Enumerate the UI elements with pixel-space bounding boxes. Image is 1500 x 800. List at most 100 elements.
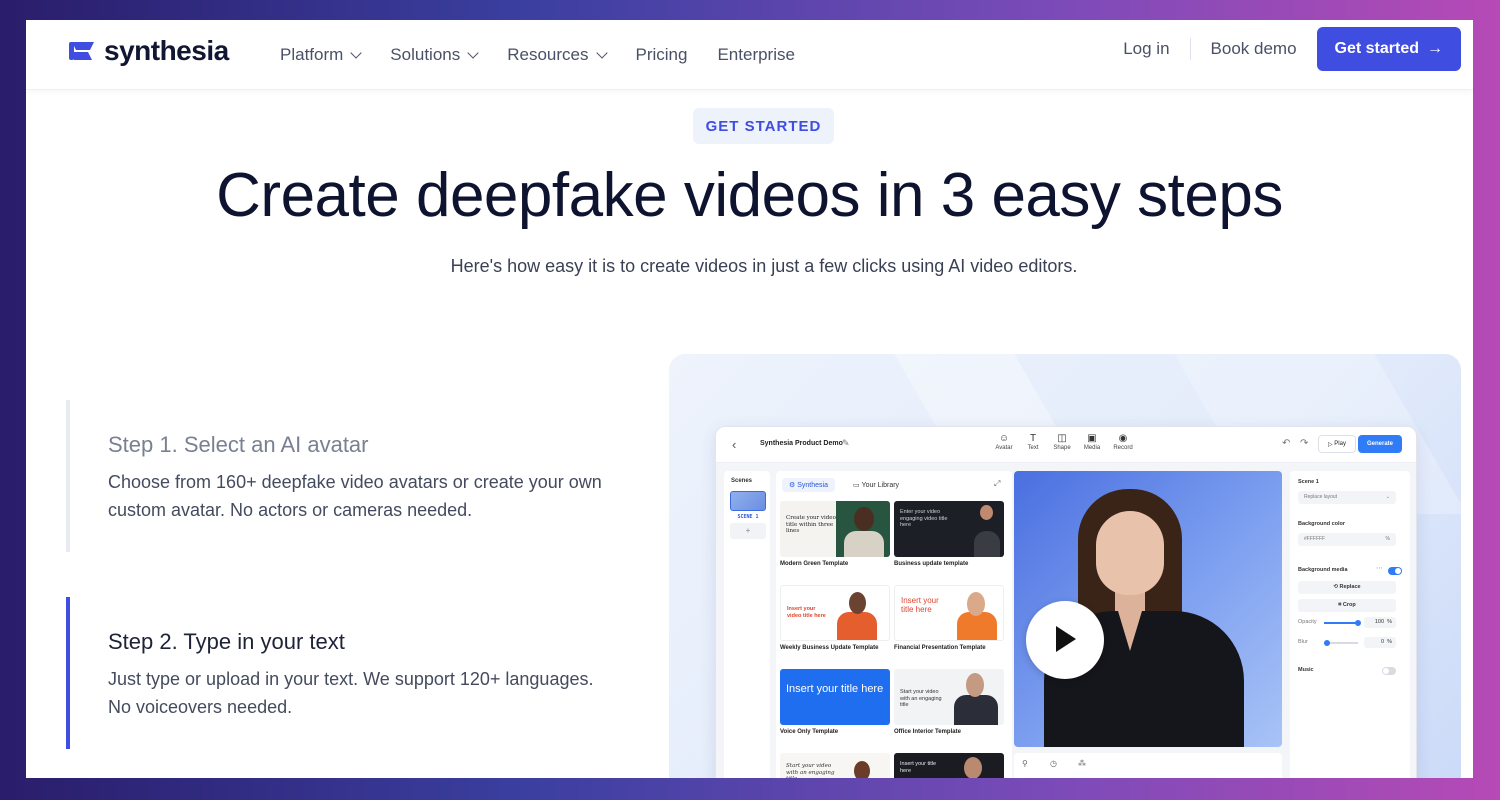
nav-platform-label: Platform [280, 45, 344, 64]
scene-thumbnail[interactable] [730, 491, 766, 511]
replace-label: Replace [1339, 584, 1361, 590]
redo-icon[interactable]: ↷ [1300, 438, 1308, 449]
template-card[interactable]: Insert your title here Voice Only Templa… [780, 669, 890, 735]
tool-record-label: Record [1113, 445, 1133, 451]
add-scene-button[interactable]: + [730, 523, 766, 539]
generate-button[interactable]: Generate [1358, 435, 1402, 453]
nav-solutions-label: Solutions [390, 45, 461, 64]
template-thumbnail: Insert your video title here [780, 585, 890, 641]
template-head [967, 592, 985, 616]
expand-icon[interactable]: ⤢ [994, 479, 1000, 489]
step-1-title: Step 1. Select an AI avatar [108, 432, 369, 457]
opacity-slider[interactable] [1324, 620, 1361, 626]
editor-preview: ‹ Synthesia Product Demo ✎ ☺ Avatar T Text… [669, 354, 1461, 778]
undo-icon[interactable]: ↶ [1282, 438, 1290, 449]
template-person [954, 695, 998, 725]
layout-select[interactable]: Replace layout ⌄ [1298, 491, 1396, 504]
template-card[interactable]: Insert your video title here Weekly Busi… [780, 585, 890, 651]
template-card[interactable]: Insert your title here Financial Present… [894, 585, 1004, 651]
template-card[interactable]: Start your video with an engaging title … [894, 669, 1004, 735]
video-play-button[interactable] [1026, 601, 1104, 679]
opacity-value[interactable]: 100 % [1364, 617, 1396, 628]
step-1[interactable]: Step 1. Select an AI avatar Choose from … [66, 400, 626, 552]
nav-enterprise[interactable]: Enterprise [717, 45, 794, 65]
tab-your-library[interactable]: ▭ Your Library [846, 478, 906, 492]
template-head [964, 757, 982, 778]
blur-slider[interactable] [1324, 640, 1358, 646]
template-card[interactable]: Create your video title within three lin… [780, 501, 890, 567]
arrow-right-icon: → [1427, 40, 1443, 57]
book-demo-link[interactable]: Book demo [1211, 39, 1297, 59]
shape-icon: ◫ [1057, 433, 1067, 444]
replace-button[interactable]: ⟲ Replace [1298, 581, 1396, 594]
synthesia-logo[interactable]: synthesia [66, 35, 229, 67]
crop-button[interactable]: ⌗ Crop [1298, 599, 1396, 612]
opacity-label: Opacity [1298, 619, 1317, 625]
template-card[interactable]: Insert your title here [894, 753, 1004, 778]
avatar-timeline-icon[interactable]: ⚲ [1022, 759, 1028, 768]
template-thumb-text: Insert your title here [786, 683, 884, 695]
bg-color-field[interactable]: #FFFFFF% [1298, 533, 1396, 546]
grid-icon[interactable]: ⁂ [1078, 759, 1086, 768]
music-toggle[interactable] [1382, 667, 1396, 675]
opacity-slider-knob[interactable] [1355, 620, 1361, 626]
record-icon: ◉ [1118, 433, 1128, 444]
nav-resources-label: Resources [507, 45, 589, 64]
editor-play-button[interactable]: ▷ Play [1318, 435, 1356, 453]
nav-actions: Log in Book demo Get started → [1123, 27, 1461, 71]
step-2[interactable]: Step 2. Type in your text Just type or u… [66, 597, 626, 749]
tool-media[interactable]: ▣ Media [1076, 433, 1108, 451]
step-2-indicator [66, 597, 70, 749]
template-person [844, 531, 884, 557]
get-started-button[interactable]: Get started → [1316, 27, 1461, 71]
more-icon[interactable]: ⋯ [1376, 564, 1383, 572]
crop-label: Crop [1342, 602, 1356, 608]
clock-icon[interactable]: ◷ [1050, 759, 1057, 768]
nav-resources[interactable]: Resources [507, 45, 608, 65]
nav-pricing[interactable]: Pricing [636, 45, 688, 65]
step-2-description: Just type or upload in your text. We sup… [108, 669, 594, 717]
templates-panel: ⚙ Synthesia ▭ Your Library ⤢ Create your… [776, 471, 1012, 778]
template-person [837, 612, 877, 640]
scene-caption: SCENE 1 [737, 514, 759, 520]
template-caption: Voice Only Template [780, 729, 839, 735]
nav-platform[interactable]: Platform [280, 45, 362, 65]
tool-text[interactable]: T Text [1017, 433, 1049, 451]
template-thumb-text: Insert your video title here [787, 606, 826, 619]
chevron-down-icon: ⌄ [1385, 494, 1390, 500]
tool-record[interactable]: ◉ Record [1107, 433, 1139, 451]
template-thumb-text: Create your video title within three lin… [786, 515, 836, 534]
tool-shape[interactable]: ◫ Shape [1046, 433, 1078, 451]
pencil-icon[interactable]: ✎ [842, 438, 850, 449]
template-thumbnail: Insert your title here [894, 585, 1004, 641]
template-thumbnail: Create your video title within three lin… [780, 501, 890, 557]
template-thumbnail: Start your video with an engaging title [894, 669, 1004, 725]
login-link[interactable]: Log in [1123, 39, 1169, 59]
template-thumb-text: Enter your video engaging video title he… [900, 509, 948, 528]
tool-avatar[interactable]: ☺ Avatar [988, 433, 1020, 451]
bg-color-unit: % [1385, 536, 1390, 542]
synthesia-tab-icon: ⚙ [789, 482, 798, 489]
timeline-panel: ⚲ ◷ ⁂ [1014, 753, 1282, 778]
blur-value[interactable]: 0 % [1364, 637, 1396, 648]
nav-divider [1189, 38, 1191, 60]
tab-synthesia[interactable]: ⚙ Synthesia [782, 478, 835, 492]
template-card[interactable]: Start your video with an engaging title [780, 753, 890, 778]
tool-shape-label: Shape [1053, 445, 1071, 451]
blur-slider-knob[interactable] [1324, 640, 1330, 646]
back-icon[interactable]: ‹ [732, 437, 736, 452]
chevron-down-icon [350, 46, 362, 59]
template-card[interactable]: Enter your video engaging video title he… [894, 501, 1004, 567]
bg-media-toggle[interactable] [1388, 567, 1402, 575]
chevron-down-icon [595, 46, 608, 59]
opacity-slider-fill [1324, 622, 1358, 624]
bg-color-label: Background color [1298, 521, 1346, 527]
nav-solutions[interactable]: Solutions [390, 45, 479, 65]
template-head [980, 505, 993, 520]
template-thumb-text: Insert your title here [900, 761, 937, 774]
template-head [849, 592, 866, 614]
template-caption: Financial Presentation Template [894, 645, 986, 651]
video-preview[interactable] [1014, 471, 1282, 747]
template-caption: Weekly Business Update Template [780, 645, 879, 651]
nav-enterprise-label: Enterprise [717, 45, 795, 64]
